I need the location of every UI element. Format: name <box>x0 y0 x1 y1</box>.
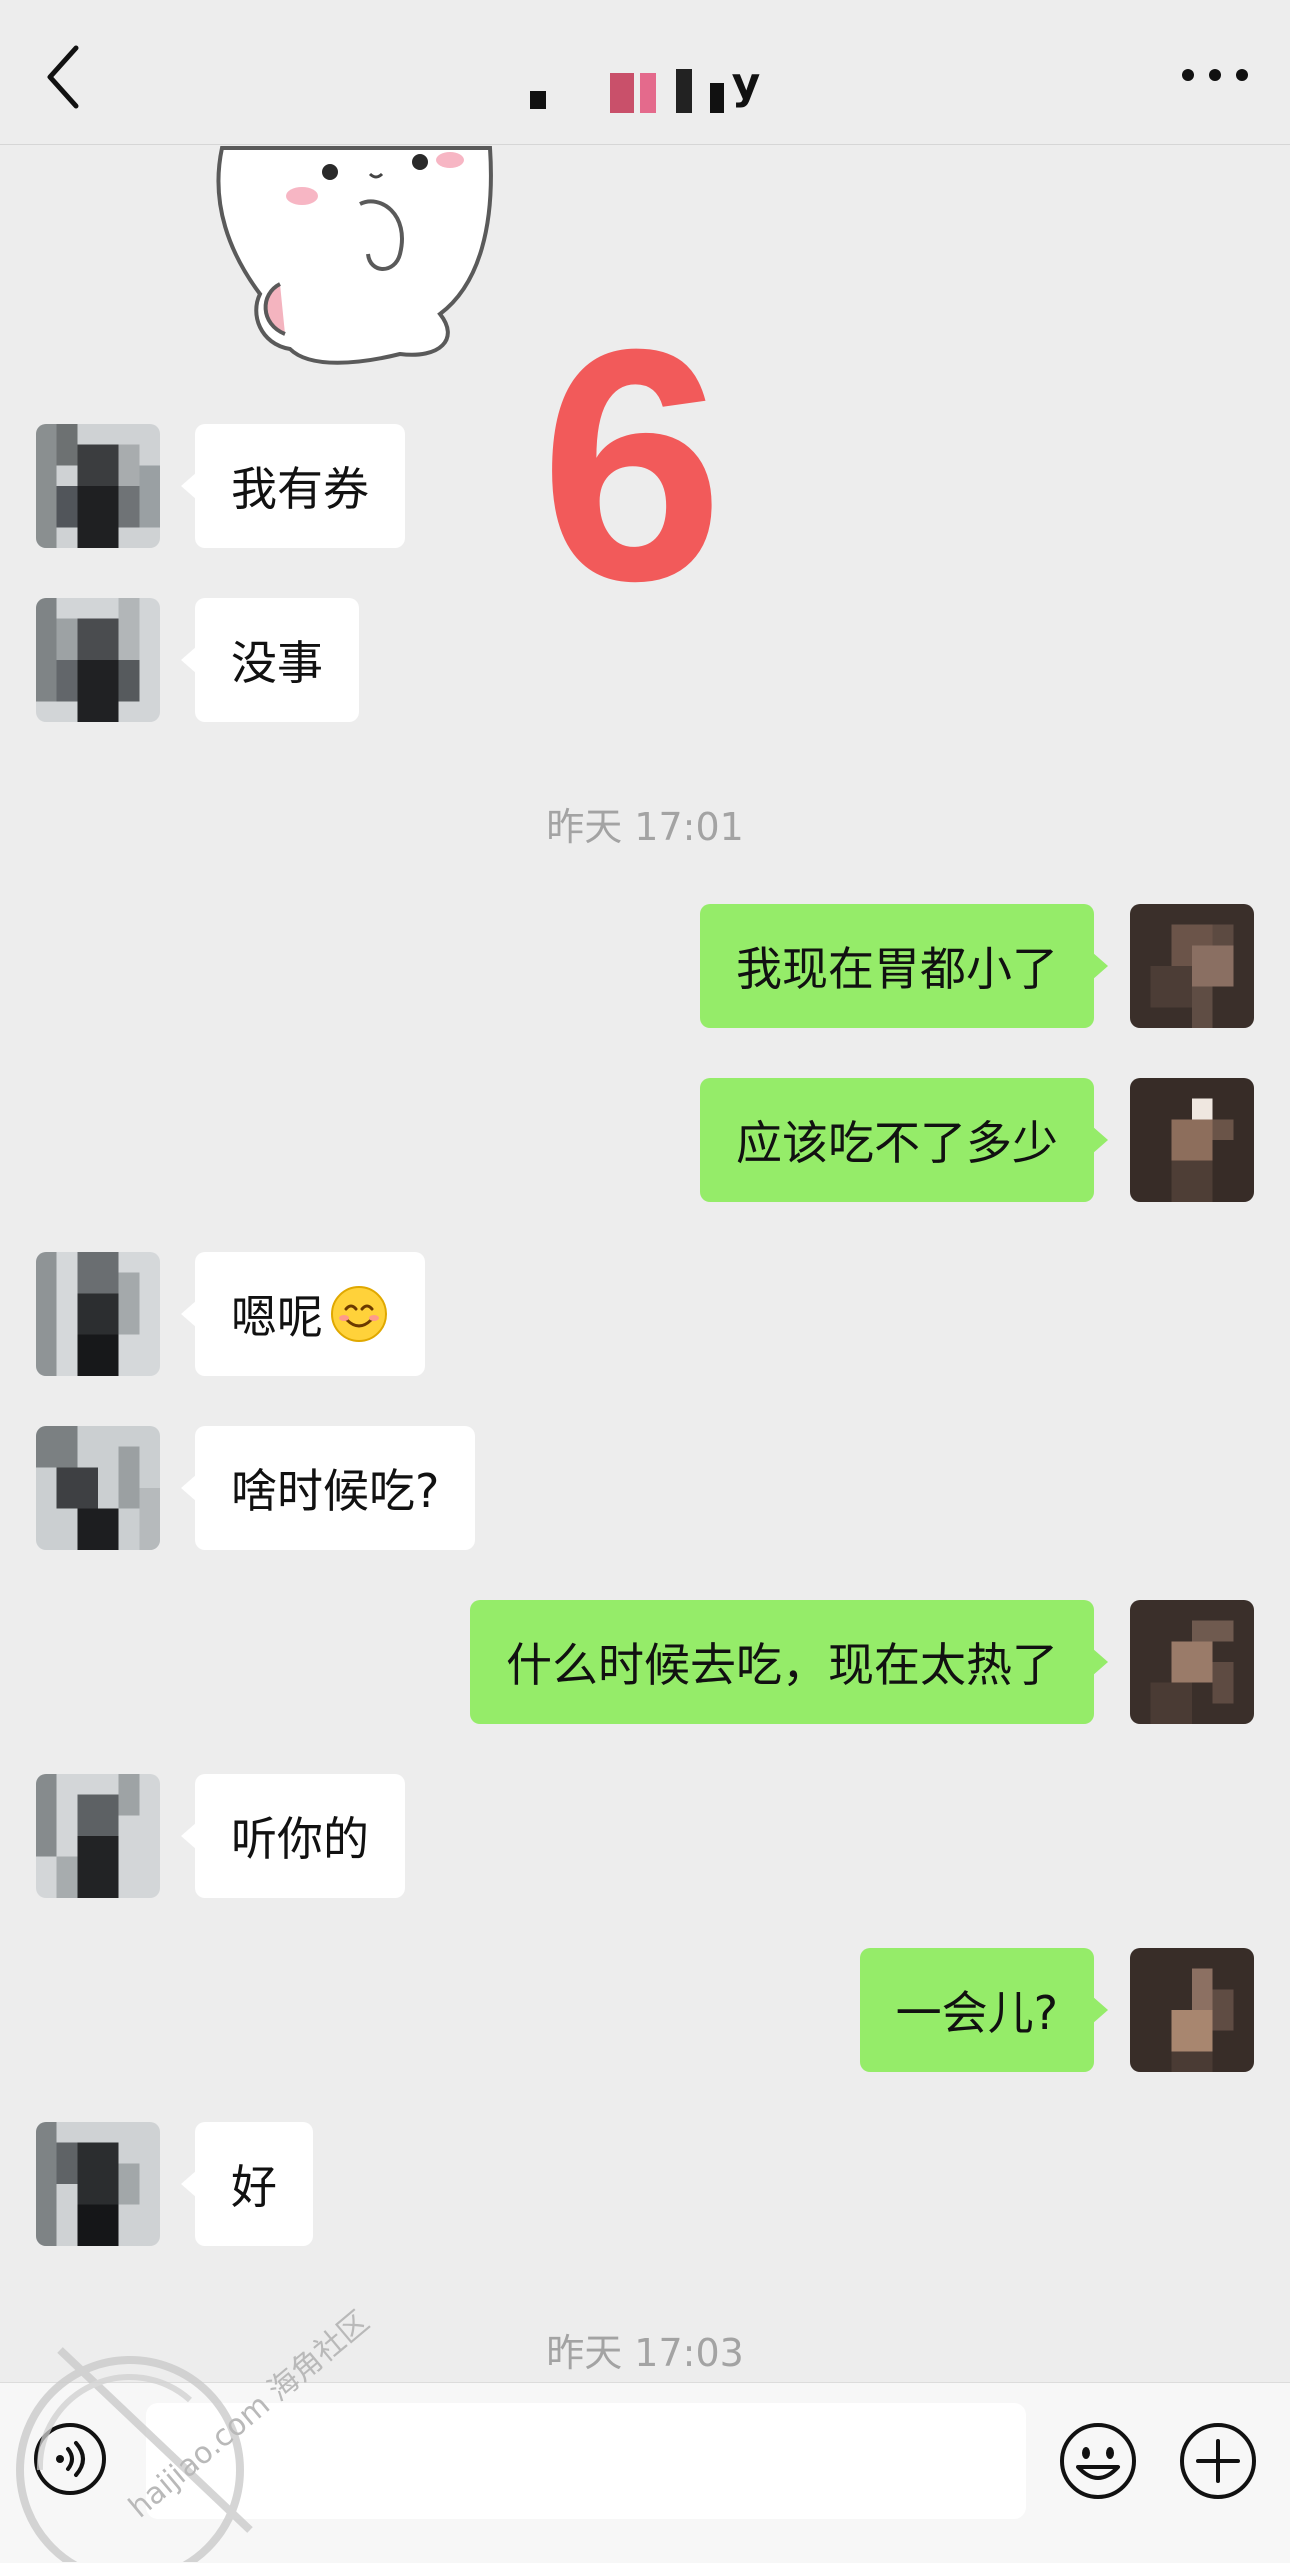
contact-avatar[interactable] <box>36 1774 160 1898</box>
message-bubble[interactable]: 好 <box>181 2122 313 2246</box>
chat-title-text: y <box>731 57 761 109</box>
contact-avatar[interactable] <box>36 1252 160 1376</box>
message-row-incoming: 啥时候吃? <box>0 1426 1290 1550</box>
message-bubble[interactable]: 啥时候吃? <box>180 1426 476 1550</box>
message-bubble[interactable]: 听你的 <box>181 1774 405 1898</box>
message-bubble[interactable]: 我现在胃都小了 <box>700 904 1108 1028</box>
message-bubble[interactable]: 没事 <box>181 598 359 722</box>
censored-name-mosaic <box>529 53 724 113</box>
smile-icon[interactable] <box>1058 2421 1138 2501</box>
message-row-incoming: 嗯呢 <box>0 1252 1290 1376</box>
message-bubble[interactable]: 我有券 <box>181 424 405 548</box>
smiling-face-icon <box>331 1286 387 1342</box>
self-avatar[interactable] <box>1130 1948 1254 2072</box>
self-avatar[interactable] <box>1130 1078 1254 1202</box>
contact-avatar[interactable] <box>36 2122 160 2246</box>
plus-circle-icon[interactable] <box>1178 2421 1258 2501</box>
message-row-incoming: 听你的 <box>0 1774 1290 1898</box>
message-bubble[interactable]: 嗯呢 <box>181 1252 425 1376</box>
message-bubble[interactable]: 应该吃不了多少 <box>700 1078 1108 1202</box>
contact-avatar[interactable] <box>36 424 160 548</box>
message-bubble[interactable]: 什么时候去吃，现在太热了 <box>470 1600 1108 1724</box>
message-row-incoming: 我有券 <box>0 424 1290 548</box>
chat-header: y <box>0 0 1290 145</box>
timestamp: 昨天 17:01 <box>546 805 744 849</box>
self-avatar[interactable] <box>1130 904 1254 1028</box>
contact-avatar[interactable] <box>36 1426 160 1550</box>
message-row-outgoing: 应该吃不了多少 <box>0 1078 1290 1202</box>
message-row-outgoing: 什么时候去吃，现在太热了 <box>0 1600 1290 1724</box>
message-text: 嗯呢 <box>231 1290 323 1344</box>
message-row-incoming: 没事 <box>0 598 1290 722</box>
bunny-sticker[interactable] <box>210 144 500 374</box>
more-dots-icon[interactable] <box>1180 60 1250 90</box>
contact-avatar[interactable] <box>36 598 160 722</box>
self-avatar[interactable] <box>1130 1600 1254 1724</box>
message-row-outgoing: 一会儿? <box>0 1948 1290 2072</box>
message-row-incoming: 好 <box>0 2122 1290 2246</box>
message-row-outgoing: 我现在胃都小了 <box>0 904 1290 1028</box>
chat-title: y <box>0 48 1290 118</box>
message-bubble[interactable]: 一会儿? <box>859 1948 1109 2072</box>
